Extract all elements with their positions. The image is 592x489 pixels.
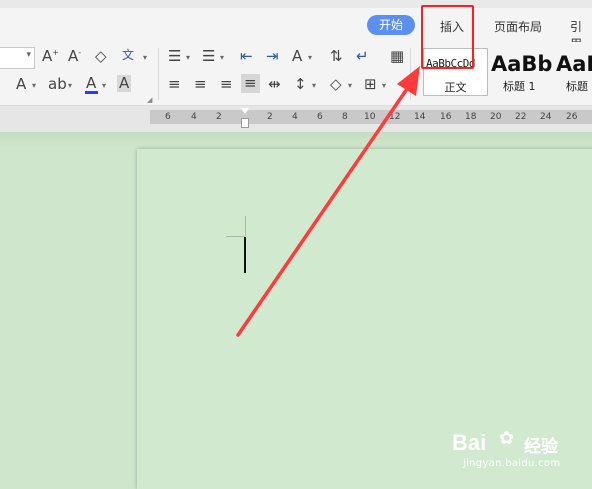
annotation-arrow <box>236 66 420 337</box>
watermark-logo: Bai <box>452 430 487 455</box>
watermark-url: jingyan.baidu.com <box>463 458 561 469</box>
watermark-suffix: 经验 <box>524 437 558 457</box>
paw-icon: ✿ <box>499 428 515 449</box>
